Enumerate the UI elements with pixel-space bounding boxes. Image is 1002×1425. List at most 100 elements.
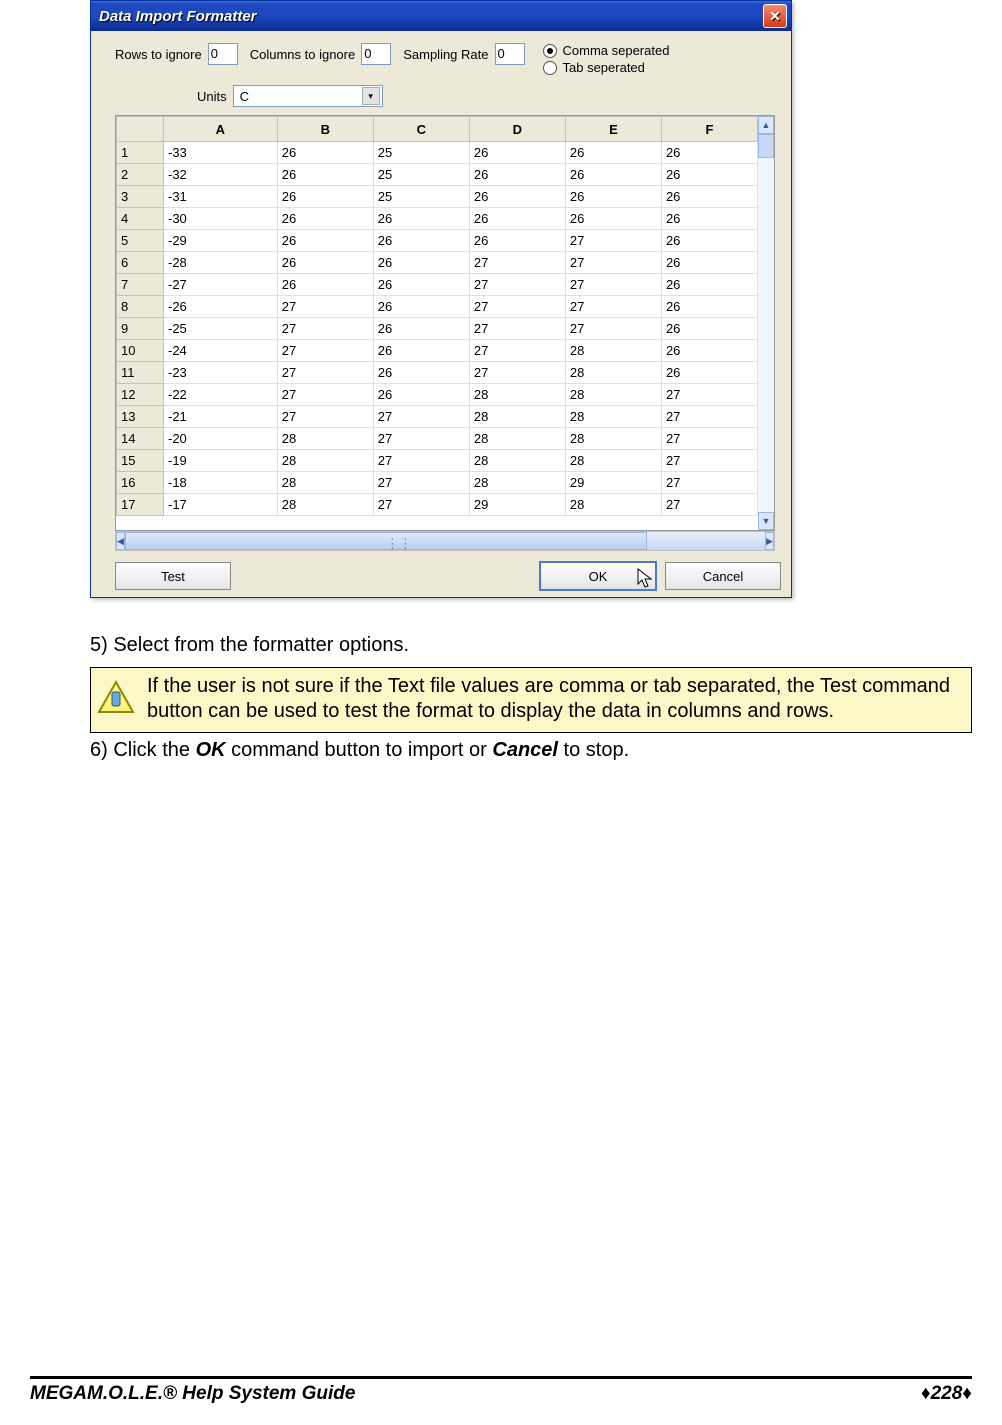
cell[interactable]: 26 <box>661 362 757 384</box>
cell[interactable]: 27 <box>661 494 757 516</box>
cell[interactable]: 26 <box>661 252 757 274</box>
cell[interactable]: 28 <box>469 384 565 406</box>
row-header[interactable]: 6 <box>117 252 164 274</box>
cell[interactable]: 27 <box>469 362 565 384</box>
cell[interactable]: 27 <box>661 450 757 472</box>
cell[interactable]: 27 <box>277 340 373 362</box>
cell[interactable]: -17 <box>164 494 278 516</box>
test-button[interactable]: Test <box>115 562 231 590</box>
column-header[interactable]: D <box>469 117 565 142</box>
sampling-rate-input[interactable]: 0 <box>495 43 525 65</box>
cell[interactable]: 27 <box>277 384 373 406</box>
cell[interactable]: 28 <box>277 450 373 472</box>
cell[interactable]: 27 <box>469 340 565 362</box>
cell[interactable]: 26 <box>661 318 757 340</box>
scroll-left-icon[interactable]: ◀ <box>116 532 125 550</box>
cell[interactable]: 26 <box>469 230 565 252</box>
cell[interactable]: 25 <box>373 164 469 186</box>
cell[interactable]: 27 <box>373 428 469 450</box>
cell[interactable]: 27 <box>661 428 757 450</box>
cell[interactable]: 26 <box>277 142 373 164</box>
vertical-scroll-thumb[interactable] <box>758 134 774 158</box>
cell[interactable]: 26 <box>373 340 469 362</box>
column-header[interactable]: A <box>164 117 278 142</box>
cell[interactable]: 26 <box>469 164 565 186</box>
scroll-right-icon[interactable]: ▶ <box>765 532 774 550</box>
cell[interactable]: 29 <box>469 494 565 516</box>
column-header[interactable]: B <box>277 117 373 142</box>
row-header[interactable]: 3 <box>117 186 164 208</box>
cell[interactable]: 27 <box>565 252 661 274</box>
cell[interactable]: 26 <box>661 296 757 318</box>
column-header[interactable]: C <box>373 117 469 142</box>
cell[interactable]: 28 <box>565 450 661 472</box>
cell[interactable]: 26 <box>661 164 757 186</box>
cell[interactable]: 26 <box>373 318 469 340</box>
cell[interactable]: 27 <box>277 318 373 340</box>
cancel-button[interactable]: Cancel <box>665 562 781 590</box>
row-header[interactable]: 14 <box>117 428 164 450</box>
comma-separated-radio[interactable] <box>543 44 557 58</box>
cell[interactable]: 26 <box>373 384 469 406</box>
cell[interactable]: 27 <box>661 384 757 406</box>
scroll-down-icon[interactable]: ▼ <box>758 512 774 530</box>
cell[interactable]: 26 <box>565 186 661 208</box>
row-header[interactable]: 8 <box>117 296 164 318</box>
cell[interactable]: 26 <box>277 230 373 252</box>
cell[interactable]: 28 <box>469 406 565 428</box>
cell[interactable]: 26 <box>565 208 661 230</box>
cell[interactable]: -25 <box>164 318 278 340</box>
cell[interactable]: 27 <box>373 406 469 428</box>
cell[interactable]: -32 <box>164 164 278 186</box>
cell[interactable]: 28 <box>565 384 661 406</box>
cell[interactable]: 25 <box>373 142 469 164</box>
cell[interactable]: 27 <box>469 252 565 274</box>
cell[interactable]: 27 <box>469 318 565 340</box>
cell[interactable]: 28 <box>565 406 661 428</box>
cell[interactable]: -18 <box>164 472 278 494</box>
cell[interactable]: -30 <box>164 208 278 230</box>
cell[interactable]: 26 <box>661 186 757 208</box>
row-header[interactable]: 1 <box>117 142 164 164</box>
columns-to-ignore-input[interactable]: 0 <box>361 43 391 65</box>
cell[interactable]: 28 <box>565 340 661 362</box>
cell[interactable]: -27 <box>164 274 278 296</box>
cell[interactable]: 26 <box>277 208 373 230</box>
row-header[interactable]: 17 <box>117 494 164 516</box>
column-header[interactable]: E <box>565 117 661 142</box>
cell[interactable]: 27 <box>277 406 373 428</box>
cell[interactable]: 26 <box>373 274 469 296</box>
cell[interactable]: 28 <box>565 494 661 516</box>
row-header[interactable]: 13 <box>117 406 164 428</box>
cell[interactable]: 26 <box>661 142 757 164</box>
cell[interactable]: 28 <box>469 472 565 494</box>
cell[interactable]: 27 <box>277 296 373 318</box>
cell[interactable]: 26 <box>469 186 565 208</box>
cell[interactable]: 27 <box>565 230 661 252</box>
cell[interactable]: -33 <box>164 142 278 164</box>
cell[interactable]: -28 <box>164 252 278 274</box>
row-header[interactable]: 10 <box>117 340 164 362</box>
cell[interactable]: 27 <box>565 274 661 296</box>
cell[interactable]: -29 <box>164 230 278 252</box>
cell[interactable]: 26 <box>277 274 373 296</box>
cell[interactable]: -31 <box>164 186 278 208</box>
cell[interactable]: -26 <box>164 296 278 318</box>
cell[interactable]: 26 <box>469 142 565 164</box>
cell[interactable]: 26 <box>661 208 757 230</box>
cell[interactable]: 26 <box>373 208 469 230</box>
cell[interactable]: 26 <box>373 252 469 274</box>
cell[interactable]: 26 <box>373 296 469 318</box>
cell[interactable]: -24 <box>164 340 278 362</box>
cell[interactable]: 27 <box>565 318 661 340</box>
cell[interactable]: 27 <box>469 274 565 296</box>
cell[interactable]: 28 <box>565 362 661 384</box>
cell[interactable]: 26 <box>565 142 661 164</box>
cell[interactable]: 28 <box>469 428 565 450</box>
cell[interactable]: -22 <box>164 384 278 406</box>
cell[interactable]: 26 <box>661 274 757 296</box>
cell[interactable]: 28 <box>277 428 373 450</box>
title-bar[interactable]: Data Import Formatter ✕ <box>91 1 791 31</box>
cell[interactable]: -21 <box>164 406 278 428</box>
row-header[interactable]: 11 <box>117 362 164 384</box>
